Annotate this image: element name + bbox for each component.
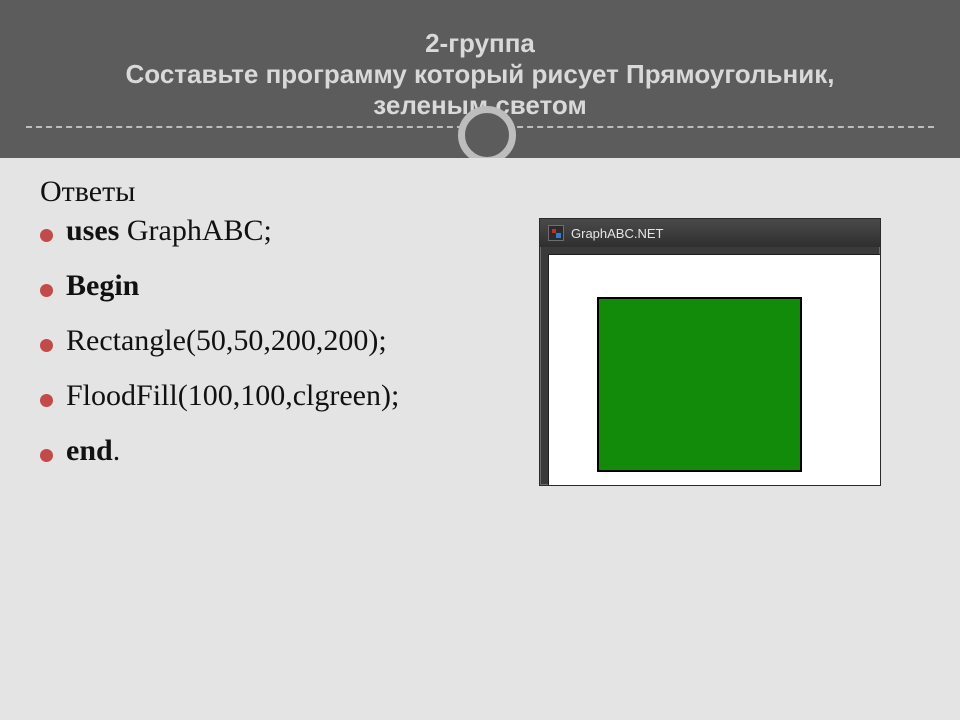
keyword: uses [66,214,119,247]
code-line: Rectangle(50,50,200,200); [40,326,540,356]
code-line: uses GraphABC; [40,216,540,246]
title-line-1: 2-группа [425,28,535,58]
code-line: FloodFill(100,100,clgreen); [40,381,540,411]
code-text: FloodFill(100,100,clgreen); [66,379,399,412]
code-line: Begin [40,271,540,301]
code-text: GraphABC; [119,214,272,247]
code-line: end. [40,436,540,466]
title-line-2: Составьте программу который рисует Прямо… [126,59,835,89]
slide: 2-группа Составьте программу который рис… [0,0,960,720]
window-title: GraphABC.NET [571,226,663,241]
answers-label: Ответы [40,175,135,209]
code-text: . [113,434,121,467]
keyword: Begin [66,269,139,302]
code-list: uses GraphABC; Begin Rectangle(50,50,200… [40,216,540,491]
graphabc-window: GraphABC.NET [539,218,881,486]
code-text: Rectangle(50,50,200,200); [66,324,387,357]
window-titlebar: GraphABC.NET [540,219,880,247]
canvas [548,254,880,485]
green-rectangle [597,297,802,472]
keyword: end [66,434,113,467]
app-icon [548,225,564,241]
ring-ornament [458,106,516,164]
